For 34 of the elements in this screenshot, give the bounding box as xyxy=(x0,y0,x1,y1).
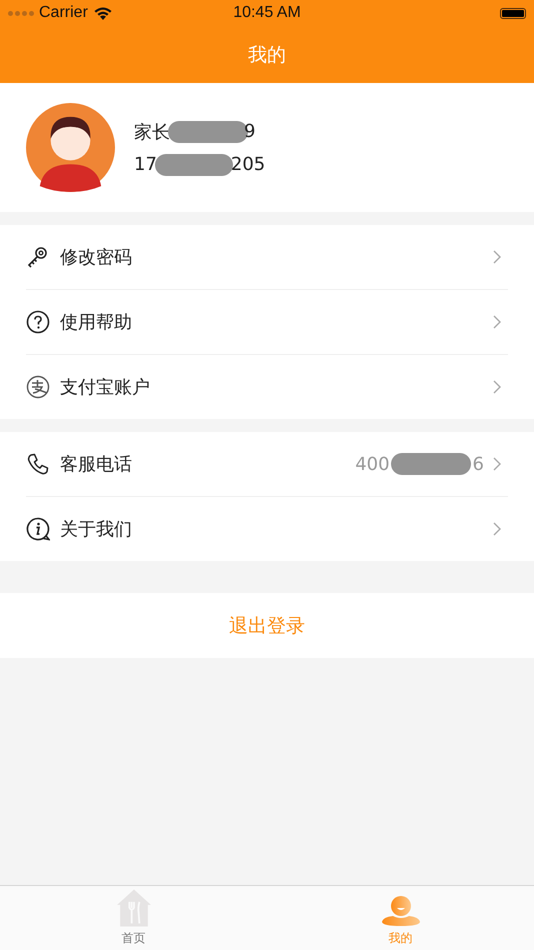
menu-item[interactable]: 关于我们 xyxy=(26,496,508,561)
menu-item[interactable]: 使用帮助 xyxy=(26,289,508,354)
battery-icon xyxy=(500,8,526,18)
nav-title: 我的 xyxy=(248,42,286,68)
chevron-icon xyxy=(492,314,502,330)
carrier-name: Carrier xyxy=(39,4,88,22)
chevron-icon xyxy=(492,379,502,395)
wifi-icon xyxy=(92,6,113,20)
tab-item[interactable]: 首页 xyxy=(0,886,267,950)
user-name: 9 xyxy=(244,121,256,142)
payment-icon xyxy=(26,375,50,399)
menu-label: 使用帮助 xyxy=(60,311,133,334)
signal-icon xyxy=(8,10,34,16)
chevron-icon xyxy=(492,456,502,472)
phone-number: 205 xyxy=(230,154,266,175)
phone-number: 17 xyxy=(134,154,157,175)
user-name: 家长 xyxy=(134,120,170,144)
menu-item[interactable]: 支付宝账户 xyxy=(26,354,508,419)
phone-value: 400 xyxy=(355,454,390,474)
status-time: 10:45 AM xyxy=(233,4,301,22)
menu-item[interactable]: 客服电话 400 6 xyxy=(26,432,508,496)
info-icon xyxy=(26,517,50,541)
menu-label: 支付宝账户 xyxy=(60,376,151,399)
key-icon xyxy=(26,245,50,269)
menu-label: 修改密码 xyxy=(60,246,133,269)
phone-value: 6 xyxy=(472,454,484,474)
chevron-icon xyxy=(492,521,502,537)
help-icon xyxy=(26,310,50,334)
person-icon xyxy=(380,894,420,928)
phone-icon xyxy=(26,452,50,476)
menu-label: 关于我们 xyxy=(60,518,133,541)
menu-item[interactable]: 修改密码 xyxy=(26,225,508,289)
chevron-icon xyxy=(492,249,502,265)
menu-label: 客服电话 xyxy=(60,453,133,476)
